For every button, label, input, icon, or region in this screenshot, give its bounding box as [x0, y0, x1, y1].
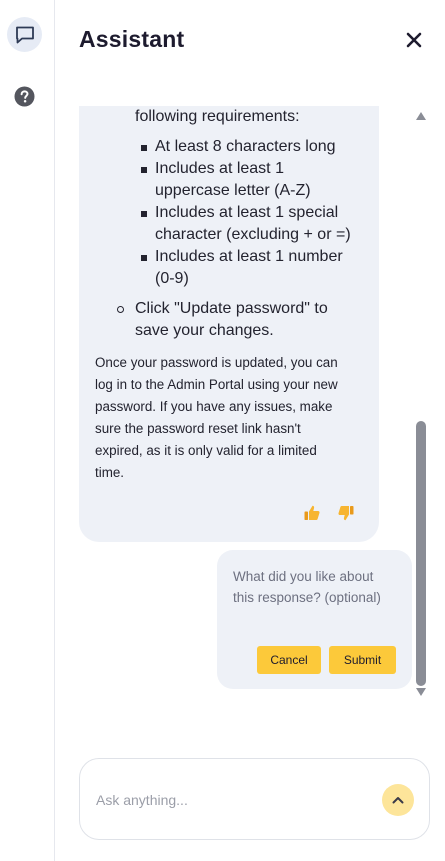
left-rail [0, 0, 55, 861]
conversation-scroll-area[interactable]: following requirements: At least 8 chara… [56, 106, 412, 704]
message-line: following requirements: [135, 108, 300, 125]
scroll-down-arrow[interactable] [416, 688, 426, 696]
message-paragraph: Once your password is updated, you can l… [95, 352, 367, 484]
bullet [141, 145, 147, 151]
bullet [141, 167, 147, 173]
paragraph-line: Once your password is updated, you can [95, 355, 338, 370]
bullet [141, 211, 147, 217]
paragraph-line: time. [95, 465, 125, 480]
help-circle-icon [14, 86, 35, 107]
list-item-text: Includes at least 1 special [155, 204, 339, 221]
step-text: save your changes. [135, 322, 274, 339]
list-item-text: Includes at least 1 [155, 160, 284, 177]
ask-input[interactable] [96, 789, 366, 811]
chevron-up-icon [392, 797, 404, 804]
step-text: Click "Update password" to [135, 300, 328, 317]
paragraph-line: sure the password reset link hasn't [95, 421, 301, 436]
paragraph-line: expired, as it is only valid for a limit… [95, 443, 317, 458]
list-item-text: character (excluding + or =) [155, 226, 351, 243]
scrollbar-thumb[interactable] [416, 421, 426, 686]
scroll-up-arrow[interactable] [416, 112, 426, 120]
feedback-textarea[interactable]: What did you like about this response? (… [233, 566, 403, 608]
list-item-text: Includes at least 1 number [155, 248, 343, 265]
list-item-text: uppercase letter (A-Z) [155, 182, 311, 199]
header: Assistant [56, 0, 445, 84]
cancel-button[interactable]: Cancel [257, 646, 321, 674]
list-item-text: At least 8 characters long [155, 138, 336, 155]
feedback-placeholder-line: What did you like about [233, 569, 374, 584]
thumbs-down-icon[interactable] [337, 504, 355, 522]
assistant-message: following requirements: At least 8 chara… [79, 106, 379, 542]
scrollbar[interactable] [414, 108, 428, 700]
bullet [141, 255, 147, 261]
step-bullet [117, 306, 124, 313]
chat-bubble-icon [15, 26, 34, 43]
submit-button[interactable]: Submit [329, 646, 396, 674]
paragraph-line: log in to the Admin Portal using your ne… [95, 377, 338, 392]
chat-rail-button[interactable] [7, 17, 42, 52]
send-button[interactable] [382, 784, 414, 816]
close-icon[interactable] [405, 31, 423, 49]
paragraph-line: password. If you have any issues, make [95, 399, 333, 414]
help-rail-button[interactable] [7, 79, 42, 114]
page-title: Assistant [79, 26, 185, 52]
feedback-panel: What did you like about this response? (… [217, 550, 412, 689]
thumbs-up-icon[interactable] [303, 504, 321, 522]
feedback-placeholder-line: this response? (optional) [233, 590, 381, 605]
list-item-text: (0-9) [155, 270, 189, 287]
composer [79, 758, 430, 840]
